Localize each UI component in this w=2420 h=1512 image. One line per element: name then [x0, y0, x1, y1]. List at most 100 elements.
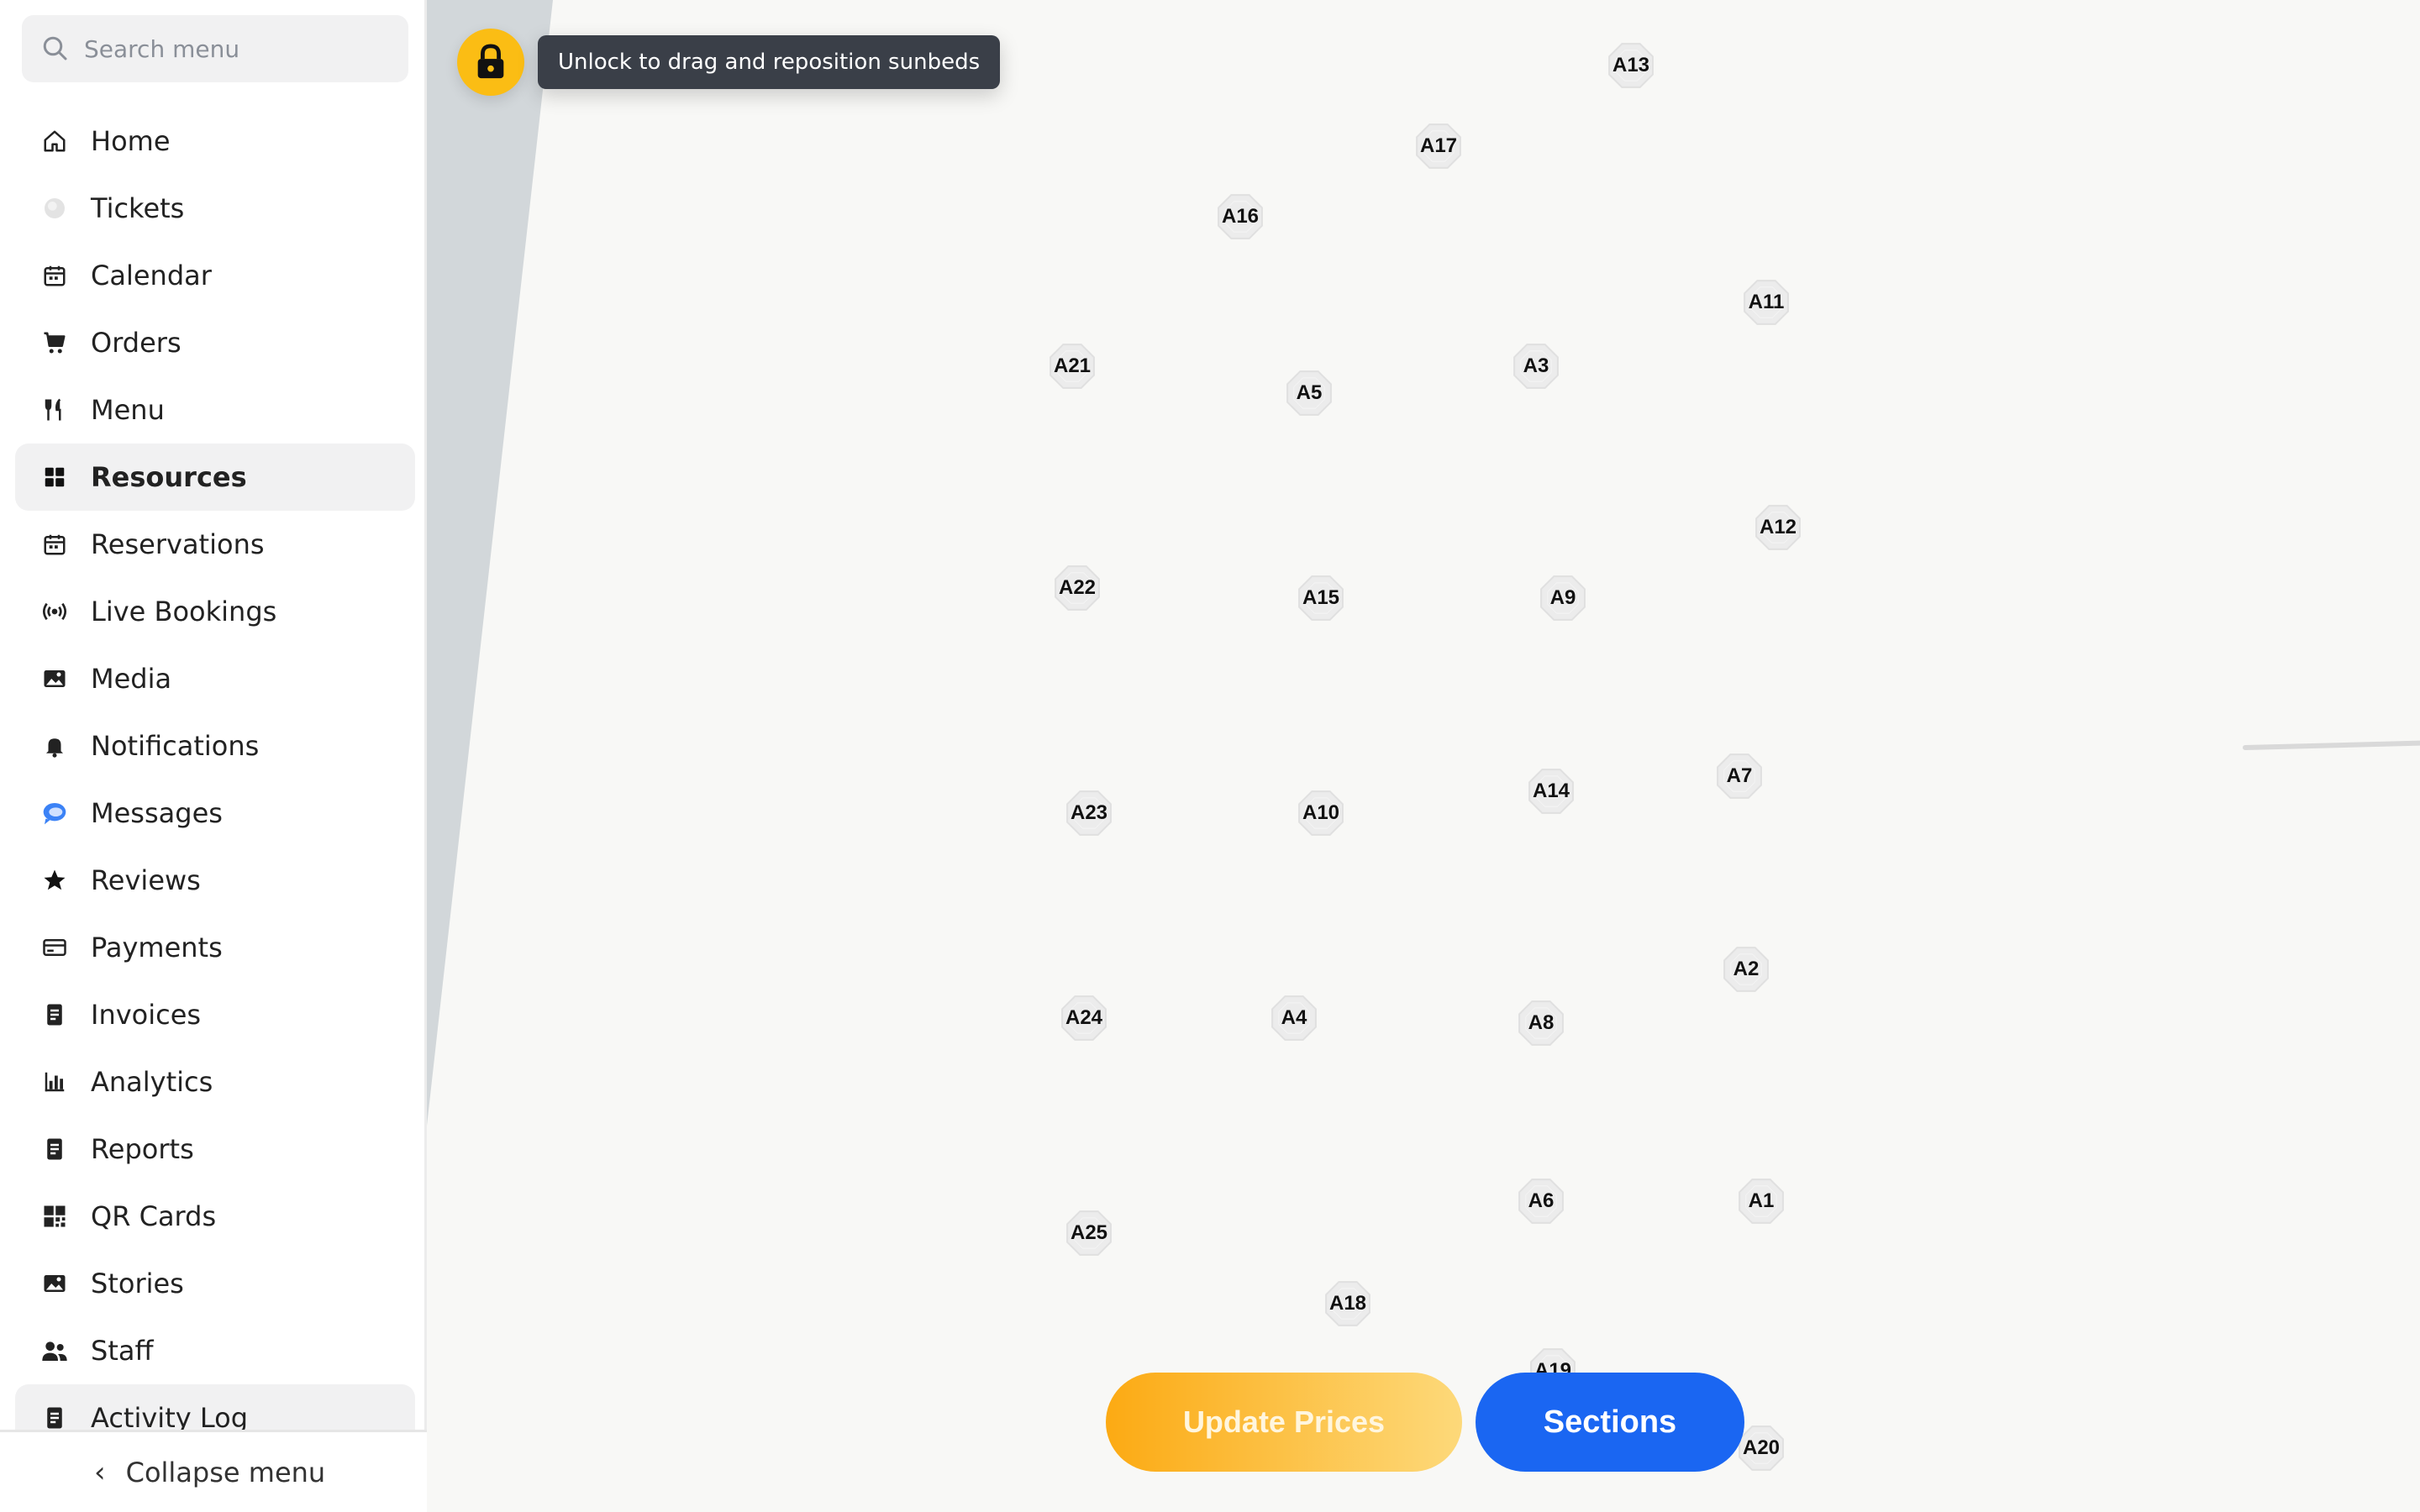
sidebar-item-media[interactable]: Media — [15, 645, 415, 712]
sunbed-label: A17 — [1419, 134, 1458, 157]
sunbed-a5[interactable]: A5 — [1282, 366, 1336, 420]
sidebar: Home Tickets Calendar Orders Menu — [0, 0, 427, 1512]
sidebar-item-label: Calendar — [91, 260, 212, 291]
image-icon — [40, 1269, 69, 1298]
search-icon — [43, 36, 67, 60]
home-icon — [40, 127, 69, 155]
sidebar-item-home[interactable]: Home — [15, 108, 415, 175]
sunbed-a10[interactable]: A10 — [1294, 786, 1348, 840]
lock-button[interactable] — [457, 29, 524, 96]
sidebar-item-live-bookings[interactable]: Live Bookings — [15, 578, 415, 645]
sidebar-item-label: Staff — [91, 1335, 154, 1367]
sidebar-item-label: QR Cards — [91, 1200, 217, 1232]
broadcast-icon — [40, 597, 69, 626]
people-icon — [40, 1336, 69, 1365]
sections-button[interactable]: Sections — [1476, 1373, 1744, 1472]
sunbed-label: A23 — [1070, 801, 1108, 824]
sidebar-item-stories[interactable]: Stories — [15, 1250, 415, 1317]
sunbed-a14[interactable]: A14 — [1524, 764, 1578, 818]
sunbed-a22[interactable]: A22 — [1050, 561, 1104, 615]
search-input[interactable] — [82, 34, 388, 64]
divider-line — [2243, 740, 2420, 750]
sidebar-item-messages[interactable]: Messages — [15, 780, 415, 847]
sunbed-label: A16 — [1221, 205, 1260, 228]
sidebar-item-staff[interactable]: Staff — [15, 1317, 415, 1384]
bell-icon — [40, 732, 69, 760]
sidebar-item-reviews[interactable]: Reviews — [15, 847, 415, 914]
calendar-icon — [40, 261, 69, 290]
sidebar-item-label: Resources — [91, 461, 247, 493]
sidebar-item-menu[interactable]: Menu — [15, 376, 415, 444]
sunbed-label: A2 — [1733, 958, 1760, 980]
sunbed-label: A8 — [1528, 1011, 1555, 1034]
sidebar-item-reports[interactable]: Reports — [15, 1116, 415, 1183]
document-icon — [40, 1000, 69, 1029]
sidebar-item-calendar[interactable]: Calendar — [15, 242, 415, 309]
sidebar-item-orders[interactable]: Orders — [15, 309, 415, 376]
sidebar-item-label: Analytics — [91, 1066, 213, 1098]
collapse-menu-button[interactable]: ‹ Collapse menu — [0, 1430, 427, 1512]
card-icon — [40, 933, 69, 962]
sidebar-item-label: Invoices — [91, 999, 202, 1031]
sunbed-a7[interactable]: A7 — [1712, 749, 1766, 803]
sunbed-label: A10 — [1302, 801, 1340, 824]
tickets-icon — [40, 194, 69, 223]
image-icon — [40, 664, 69, 693]
sunbed-a17[interactable]: A17 — [1412, 119, 1465, 173]
sunbed-a25[interactable]: A25 — [1062, 1206, 1116, 1260]
sunbed-a23[interactable]: A23 — [1062, 786, 1116, 840]
sunbed-a15[interactable]: A15 — [1294, 571, 1348, 625]
shoreline — [427, 0, 553, 1126]
search-box[interactable] — [22, 15, 408, 82]
update-prices-button[interactable]: Update Prices — [1106, 1373, 1462, 1472]
sidebar-item-qr-cards[interactable]: QR Cards — [15, 1183, 415, 1250]
sidebar-item-tickets[interactable]: Tickets — [15, 175, 415, 242]
sidebar-item-analytics[interactable]: Analytics — [15, 1048, 415, 1116]
sidebar-item-invoices[interactable]: Invoices — [15, 981, 415, 1048]
sunbed-a12[interactable]: A12 — [1751, 501, 1805, 554]
sunbed-a2[interactable]: A2 — [1719, 942, 1773, 996]
sunbed-a3[interactable]: A3 — [1509, 339, 1563, 393]
sunbed-a8[interactable]: A8 — [1514, 996, 1568, 1050]
sunbed-label: A9 — [1549, 586, 1576, 609]
sidebar-item-label: Payments — [91, 932, 223, 963]
sunbed-label: A14 — [1532, 780, 1570, 802]
bar-chart-icon — [40, 1068, 69, 1096]
sidebar-item-label: Stories — [91, 1268, 184, 1299]
sunbed-label: A5 — [1296, 381, 1323, 404]
sunbed-a4[interactable]: A4 — [1267, 991, 1321, 1045]
sunbed-label: A3 — [1523, 354, 1549, 377]
sidebar-item-label: Media — [91, 663, 172, 695]
sunbed-a11[interactable]: A11 — [1739, 276, 1793, 329]
sunbed-label: A24 — [1065, 1006, 1103, 1029]
sunbed-a21[interactable]: A21 — [1045, 339, 1099, 393]
sunbed-label: A4 — [1281, 1006, 1307, 1029]
utensils-icon — [40, 396, 69, 424]
sunbed-a1[interactable]: A1 — [1734, 1174, 1788, 1228]
sidebar-item-label: Reports — [91, 1133, 194, 1165]
sunbed-a16[interactable]: A16 — [1213, 190, 1267, 244]
sidebar-item-label: Home — [91, 125, 171, 157]
sidebar-item-payments[interactable]: Payments — [15, 914, 415, 981]
sidebar-item-notifications[interactable]: Notifications — [15, 712, 415, 780]
sunbed-map[interactable]: Unlock to drag and reposition sunbeds A1… — [427, 0, 2420, 1512]
sunbed-a9[interactable]: A9 — [1536, 571, 1590, 625]
sunbed-label: A1 — [1748, 1189, 1775, 1212]
sunbed-label: A7 — [1726, 764, 1753, 787]
sunbed-a6[interactable]: A6 — [1514, 1174, 1568, 1228]
sidebar-item-label: Notifications — [91, 730, 260, 762]
sidebar-item-resources[interactable]: Resources — [15, 444, 415, 511]
sidebar-item-reservations[interactable]: Reservations — [15, 511, 415, 578]
star-icon — [40, 866, 69, 895]
sidebar-item-label: Tickets — [91, 192, 185, 224]
chevron-left-icon: ‹ — [94, 1455, 106, 1489]
sidebar-item-label: Reservations — [91, 528, 265, 560]
sunbed-label: A22 — [1058, 576, 1097, 599]
sunbed-a18[interactable]: A18 — [1321, 1277, 1375, 1331]
sunbed-a13[interactable]: A13 — [1604, 39, 1658, 92]
sunbed-label: A18 — [1328, 1292, 1367, 1315]
sunbed-a24[interactable]: A24 — [1057, 991, 1111, 1045]
sunbed-label: A20 — [1742, 1436, 1781, 1459]
sunbed-label: A13 — [1612, 54, 1650, 76]
collapse-menu-label: Collapse menu — [125, 1456, 326, 1488]
